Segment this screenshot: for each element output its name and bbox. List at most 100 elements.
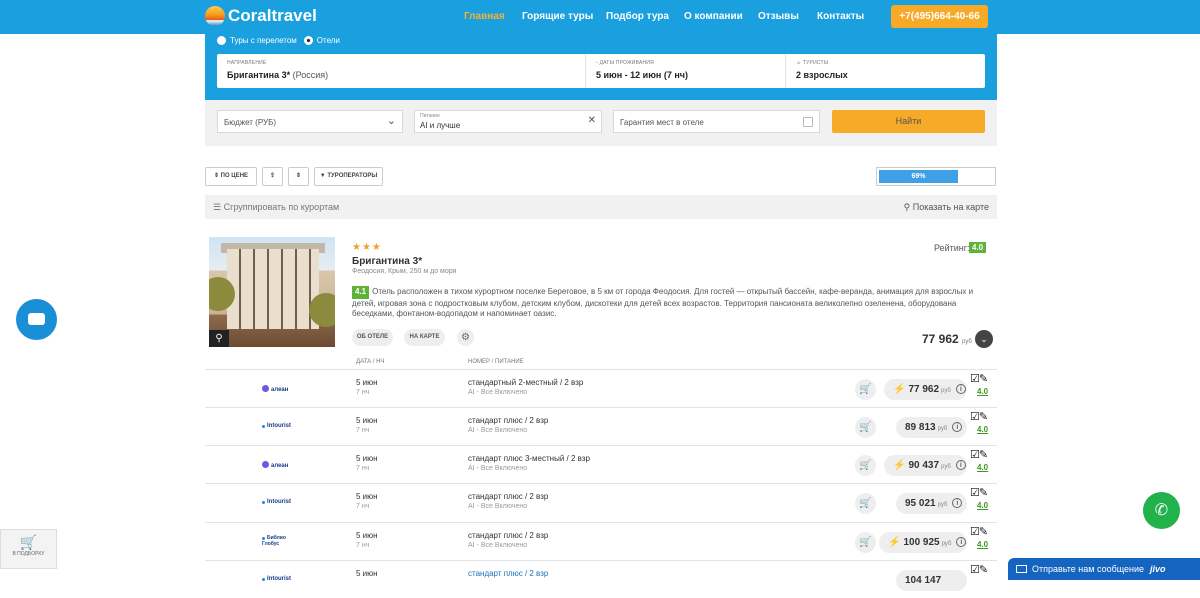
phone-call-button[interactable]: ✆: [1143, 492, 1180, 529]
map-label: Показать на карте: [912, 202, 989, 212]
offer-rating[interactable]: 4.0: [977, 425, 988, 434]
sort-by-price-button[interactable]: ⇕ ПО ЦЕНЕ: [205, 167, 257, 186]
guarantee-checkbox[interactable]: [803, 117, 813, 127]
operator-logo: Intourist: [262, 499, 291, 505]
room-column-header: НОМЕР / ПИТАНИЕ: [468, 359, 524, 365]
operator-name: Intourist: [267, 576, 291, 582]
magnifier-icon[interactable]: ⚲: [209, 330, 229, 347]
gear-icon[interactable]: ⚙: [457, 329, 474, 346]
info-icon[interactable]: i: [955, 384, 966, 394]
jivo-chat-bar[interactable]: Отправьте нам сообщение jivo: [1008, 558, 1200, 580]
cart-icon[interactable]: 🛒: [855, 493, 876, 514]
list-icon: ☰: [213, 202, 222, 212]
find-button[interactable]: Найти: [832, 110, 985, 133]
direction-field[interactable]: НАПРАВЛЕНИЕ Бригантина 3* (Россия): [217, 54, 585, 88]
hotel-name[interactable]: Бригантина 3*: [352, 256, 422, 267]
offer-rating[interactable]: 4.0: [977, 387, 988, 396]
phone-button[interactable]: +7(495)664-40-66: [891, 5, 988, 28]
radio-flight-label[interactable]: Туры с перелетом: [230, 36, 297, 45]
cart-icon[interactable]: 🛒: [855, 379, 876, 400]
sort-order-button[interactable]: ⇕: [288, 167, 309, 186]
offer-price-button[interactable]: 104 147: [896, 570, 967, 591]
operator-name: Intourist: [267, 499, 291, 505]
info-icon[interactable]: i: [952, 422, 963, 432]
nav-reviews[interactable]: Отзывы: [758, 11, 799, 22]
meal-select[interactable]: Питание AI и лучше ✕: [414, 110, 602, 133]
check-edit-icons[interactable]: ☑✎: [970, 410, 988, 423]
date-column-header: ДАТА / НЧ: [356, 359, 385, 365]
check-edit-icons[interactable]: ☑✎: [970, 448, 988, 461]
radio-hotels[interactable]: [303, 36, 313, 45]
top-navigation-bar: [0, 0, 1200, 34]
offer-rating[interactable]: 4.0: [977, 463, 988, 472]
group-by-resort-toggle[interactable]: ☰ Сгруппировать по курортам: [213, 202, 339, 213]
dates-value: 5 июн - 12 июн (7 нч): [596, 70, 688, 80]
radio-hotels-label[interactable]: Отели: [317, 36, 340, 45]
offer-rating[interactable]: 4.0: [977, 540, 988, 549]
share-button[interactable]: ⇪: [262, 167, 283, 186]
info-icon[interactable]: i: [956, 537, 967, 547]
tourists-field[interactable]: ☺ ТУРИСТЫ 2 взрослых: [785, 54, 985, 88]
info-icon[interactable]: i: [952, 498, 963, 508]
person-icon: ☺: [796, 60, 802, 66]
offer-date: 5 июн: [356, 416, 378, 425]
operator-logo: Intourist: [262, 423, 291, 429]
offer-price-button[interactable]: ⚡ 90 437 руб i: [884, 455, 967, 476]
radio-flight-tours[interactable]: [217, 36, 226, 45]
budget-select[interactable]: Бюджет (РУБ) ⌄: [217, 110, 403, 133]
check-edit-icons[interactable]: ☑✎: [970, 486, 988, 499]
offer-room: стандарт плюс / 2 взр: [468, 492, 549, 501]
lightning-icon: ⚡: [888, 537, 901, 548]
chat-bubble-button[interactable]: [16, 299, 57, 340]
nav-about[interactable]: О компании: [684, 11, 743, 22]
operator-mark-icon: [262, 461, 269, 468]
offer-price: 95 021: [905, 498, 936, 509]
nav-home[interactable]: Главная: [464, 11, 505, 22]
hotel-map-button[interactable]: НА КАРТЕ: [404, 329, 445, 346]
offer-price-button[interactable]: 89 813 руб i: [896, 417, 967, 438]
info-icon[interactable]: i: [955, 460, 966, 470]
offer-price-button[interactable]: ⚡ 77 962 руб i: [884, 379, 967, 400]
about-hotel-button[interactable]: ОБ ОТЕЛЕ: [352, 329, 393, 346]
operator-logo: Intourist: [262, 576, 291, 582]
offer-nights: 7 нч: [356, 465, 370, 472]
check-edit-icons[interactable]: ☑✎: [970, 525, 988, 538]
offer-meal: AI - Все Включено: [468, 503, 528, 510]
chevron-down-icon[interactable]: ⌄: [975, 330, 993, 348]
tourists-value: 2 взрослых: [796, 70, 848, 80]
logo-ball-icon: [205, 6, 225, 26]
cart-icon[interactable]: 🛒: [855, 455, 876, 476]
show-on-map-link[interactable]: ⚲ Показать на карте: [904, 202, 989, 213]
operator-mark-icon: [262, 425, 265, 428]
guarantee-checkbox-field[interactable]: Гарантия мест в отеле: [613, 110, 820, 133]
offer-row: Intourist 5 июн 7 нч стандарт плюс / 2 в…: [205, 407, 997, 445]
offer-currency: руб: [941, 388, 951, 394]
dates-caption: ДАТЫ ПРОЖИВАНИЯ: [599, 60, 654, 66]
check-edit-icons[interactable]: ☑✎: [970, 563, 988, 576]
nav-tour-search[interactable]: Подбор тура: [606, 11, 669, 22]
nav-hot-tours[interactable]: Горящие туры: [522, 11, 593, 22]
dates-field[interactable]: ▫ ДАТЫ ПРОЖИВАНИЯ 5 июн - 12 июн (7 нч): [585, 54, 785, 88]
progress-fill: 69%: [879, 170, 958, 183]
offer-price-button[interactable]: ⚡ 100 925 руб i: [879, 532, 967, 553]
cart-tile-label: В ПОДБОРКУ: [12, 551, 45, 557]
operators-filter-button[interactable]: ▼ ТУРОПЕРАТОРЫ: [314, 167, 383, 186]
cart-icon[interactable]: 🛒: [855, 532, 876, 553]
jivo-text: Отправьте нам сообщение: [1032, 564, 1145, 574]
operators-label: ТУРОПЕРАТОРЫ: [327, 173, 378, 179]
pin-icon: ⚲: [903, 202, 911, 212]
coraltravel-logo[interactable]: Coraltravel: [205, 6, 317, 26]
operator-mark-icon: [262, 385, 269, 392]
selection-cart-button[interactable]: 🛒 В ПОДБОРКУ: [0, 529, 57, 569]
nav-contacts[interactable]: Контакты: [817, 11, 864, 22]
offer-price-button[interactable]: 95 021 руб i: [896, 493, 967, 514]
offer-currency: руб: [937, 426, 948, 432]
offer-rating[interactable]: 4.0: [977, 501, 988, 510]
chat-icon: [28, 313, 45, 325]
meal-caption: Питание: [420, 113, 440, 119]
check-edit-icons[interactable]: ☑✎: [970, 372, 988, 385]
tourists-caption: ТУРИСТЫ: [802, 60, 829, 66]
clear-icon[interactable]: ✕: [588, 115, 596, 126]
cart-icon[interactable]: 🛒: [855, 417, 876, 438]
offer-price: 77 962: [908, 384, 940, 395]
